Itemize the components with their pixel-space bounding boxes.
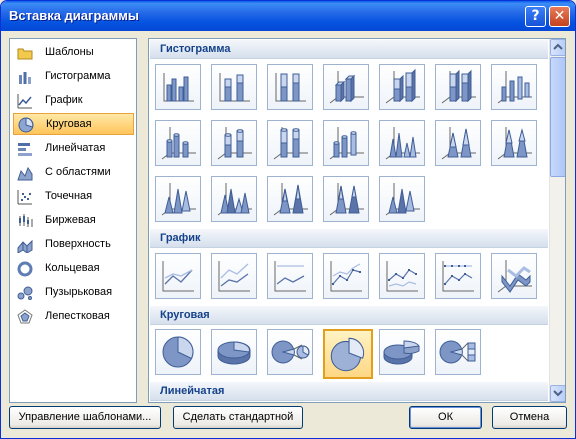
- category-item-pie[interactable]: Круговая: [13, 113, 134, 135]
- category-item-bubble[interactable]: Пузырьковая: [13, 282, 134, 304]
- chart-category-list: Шаблоны Гистограмма График Круговая Лине…: [9, 38, 137, 403]
- category-label: Кольцевая: [45, 262, 100, 274]
- subtype-3d-100-stacked-column[interactable]: [435, 64, 481, 110]
- section-header-pie: Круговая: [150, 306, 548, 325]
- insert-chart-dialog: Вставка диаграммы ? ✕ Шаблоны Гистограмм…: [0, 0, 576, 439]
- category-item-scatter[interactable]: Точечная: [13, 186, 134, 208]
- category-item-templates[interactable]: Шаблоны: [13, 42, 134, 64]
- close-button[interactable]: ✕: [549, 6, 570, 27]
- subtype-3d-cylinder[interactable]: [323, 120, 369, 166]
- subtype-100-stacked-line[interactable]: [267, 253, 313, 299]
- subtype-bar-of-pie[interactable]: [435, 329, 481, 375]
- subtype-3d-column[interactable]: [491, 64, 537, 110]
- subtype-stacked-column[interactable]: [211, 64, 257, 110]
- category-label: График: [45, 94, 83, 106]
- bar-chart-icon: [18, 143, 32, 156]
- pie-chart-icon: [18, 117, 34, 133]
- scatter-chart-icon: [17, 190, 32, 205]
- help-button[interactable]: ?: [525, 6, 546, 27]
- bubble-chart-icon: [17, 286, 33, 300]
- section-title: Круговая: [160, 309, 210, 321]
- chevron-down-icon: [553, 390, 563, 397]
- radar-chart-icon: [17, 309, 33, 324]
- category-label: Поверхность: [45, 238, 111, 250]
- doughnut-chart-icon: [17, 261, 33, 277]
- section-title: График: [160, 232, 201, 244]
- category-label: Линейчатая: [45, 142, 106, 154]
- section-title: Гистограмма: [160, 43, 231, 55]
- category-item-line[interactable]: График: [13, 90, 134, 112]
- category-item-doughnut[interactable]: Кольцевая: [13, 258, 134, 280]
- category-item-area[interactable]: С областями: [13, 162, 134, 184]
- column-chart-icon: [19, 72, 31, 84]
- subtype-stacked-pyramid[interactable]: [267, 176, 313, 222]
- section-header-bar: Линейчатая: [150, 382, 548, 401]
- area-chart-icon: [17, 166, 33, 181]
- category-label: Точечная: [45, 190, 93, 202]
- section-header-histogram: Гистограмма: [150, 40, 548, 59]
- category-label: Гистограмма: [45, 70, 111, 82]
- category-label: Биржевая: [45, 214, 96, 226]
- subtype-100-stacked-cone[interactable]: [491, 120, 537, 166]
- subtype-clustered-column[interactable]: [155, 64, 201, 110]
- line-chart-icon: [17, 94, 32, 109]
- category-item-radar[interactable]: Лепестковая: [13, 306, 134, 328]
- category-label: Круговая: [46, 118, 92, 130]
- subtype-100-stacked-cylinder[interactable]: [267, 120, 313, 166]
- subtype-3d-pyramid[interactable]: [379, 176, 425, 222]
- category-label: Шаблоны: [45, 46, 94, 58]
- folder-icon: [17, 48, 33, 60]
- cancel-button[interactable]: Отмена: [492, 406, 567, 429]
- category-label: С областями: [45, 166, 111, 178]
- subtype-stacked-cylinder[interactable]: [211, 120, 257, 166]
- section-header-line: График: [150, 229, 548, 248]
- ok-button[interactable]: ОК: [409, 406, 482, 429]
- subtype-3d-line[interactable]: [491, 253, 537, 299]
- subtype-pie[interactable]: [155, 329, 201, 375]
- subtype-clustered-cone[interactable]: [379, 120, 425, 166]
- subtype-100-stacked-pyramid[interactable]: [323, 176, 369, 222]
- subtype-stacked-line[interactable]: [211, 253, 257, 299]
- title-bar: Вставка диаграммы ? ✕: [1, 1, 575, 31]
- dialog-title: Вставка диаграммы: [9, 8, 139, 23]
- category-item-bar[interactable]: Линейчатая: [13, 138, 134, 160]
- subtype-100-stacked-line-with-markers[interactable]: [435, 253, 481, 299]
- category-label: Пузырьковая: [45, 286, 113, 298]
- scroll-down-button[interactable]: [550, 385, 565, 402]
- gallery-scrollbar[interactable]: [549, 39, 565, 402]
- subtype-3d-pie[interactable]: [211, 329, 257, 375]
- subtype-3d-cone[interactable]: [155, 176, 201, 222]
- category-item-surface[interactable]: Поверхность: [13, 234, 134, 256]
- subtype-line[interactable]: [155, 253, 201, 299]
- category-label: Лепестковая: [45, 310, 110, 322]
- subtype-exploded-pie[interactable]: [323, 329, 373, 379]
- manage-templates-button[interactable]: Управление шаблонами...: [9, 406, 161, 429]
- subtype-line-with-markers[interactable]: [323, 253, 369, 299]
- scroll-up-button[interactable]: [550, 39, 565, 56]
- section-title: Линейчатая: [160, 385, 225, 397]
- surface-chart-icon: [17, 239, 33, 253]
- subtype-clustered-pyramid[interactable]: [211, 176, 257, 222]
- category-item-column[interactable]: Гистограмма: [13, 66, 134, 88]
- chevron-up-icon: [553, 43, 563, 50]
- subtype-stacked-cone[interactable]: [435, 120, 481, 166]
- subtype-pie-of-pie[interactable]: [267, 329, 313, 375]
- stock-chart-icon: [19, 214, 33, 227]
- subtype-clustered-cylinder[interactable]: [155, 120, 201, 166]
- category-item-stock[interactable]: Биржевая: [13, 210, 134, 232]
- subtype-3d-stacked-column[interactable]: [379, 64, 425, 110]
- subtype-100-stacked-column[interactable]: [267, 64, 313, 110]
- chart-subtype-gallery: Гистограмма График Круговая Линейчатая: [148, 38, 566, 403]
- subtype-exploded-3d-pie[interactable]: [379, 329, 425, 375]
- subtype-3d-clustered-column[interactable]: [323, 64, 369, 110]
- set-as-default-button[interactable]: Сделать стандартной: [173, 406, 303, 429]
- scroll-thumb[interactable]: [550, 57, 565, 177]
- subtype-stacked-line-with-markers[interactable]: [379, 253, 425, 299]
